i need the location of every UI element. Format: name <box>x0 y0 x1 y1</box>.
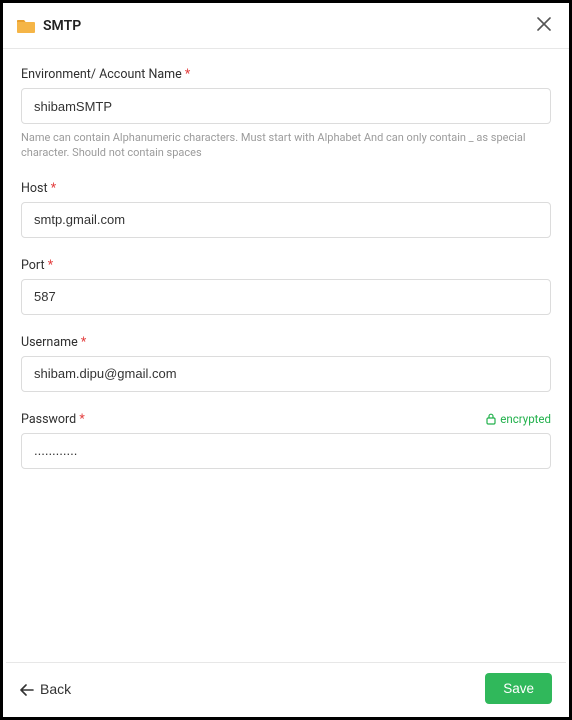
back-label: Back <box>40 681 71 697</box>
modal-title: SMTP <box>43 18 81 34</box>
required-asterisk: * <box>51 181 56 196</box>
host-label: Host * <box>21 181 551 196</box>
port-label: Port * <box>21 258 551 273</box>
env-helper-text: Name can contain Alphanumeric characters… <box>21 130 551 161</box>
username-label-text: Username <box>21 335 78 350</box>
port-label-text: Port <box>21 258 45 273</box>
encrypted-text: encrypted <box>500 412 551 426</box>
field-environment-name: Environment/ Account Name * Name can con… <box>21 67 551 161</box>
field-password: Password * encrypted <box>21 412 551 469</box>
arrow-left-icon <box>20 683 34 695</box>
required-asterisk: * <box>79 412 84 427</box>
modal-header: SMTP <box>3 3 569 49</box>
header-left: SMTP <box>17 18 81 34</box>
folder-icon <box>17 18 35 33</box>
field-host: Host * <box>21 181 551 238</box>
host-input[interactable] <box>21 202 551 238</box>
lock-icon <box>486 413 496 425</box>
password-label-text: Password <box>21 412 76 427</box>
username-input[interactable] <box>21 356 551 392</box>
field-port: Port * <box>21 258 551 315</box>
env-label-text: Environment/ Account Name <box>21 67 182 82</box>
back-button[interactable]: Back <box>20 681 71 697</box>
env-label: Environment/ Account Name * <box>21 67 551 82</box>
password-input[interactable] <box>21 433 551 469</box>
password-label: Password * <box>21 412 85 427</box>
save-button[interactable]: Save <box>485 673 552 704</box>
modal-footer: Back Save <box>6 662 566 714</box>
password-label-row: Password * encrypted <box>21 412 551 427</box>
encrypted-badge: encrypted <box>486 412 551 426</box>
host-label-text: Host <box>21 181 48 196</box>
required-asterisk: * <box>185 67 190 82</box>
form-body: Environment/ Account Name * Name can con… <box>3 49 569 493</box>
required-asterisk: * <box>81 335 86 350</box>
port-input[interactable] <box>21 279 551 315</box>
close-icon[interactable] <box>533 13 555 38</box>
required-asterisk: * <box>48 258 53 273</box>
env-input[interactable] <box>21 88 551 124</box>
field-username: Username * <box>21 335 551 392</box>
username-label: Username * <box>21 335 551 350</box>
